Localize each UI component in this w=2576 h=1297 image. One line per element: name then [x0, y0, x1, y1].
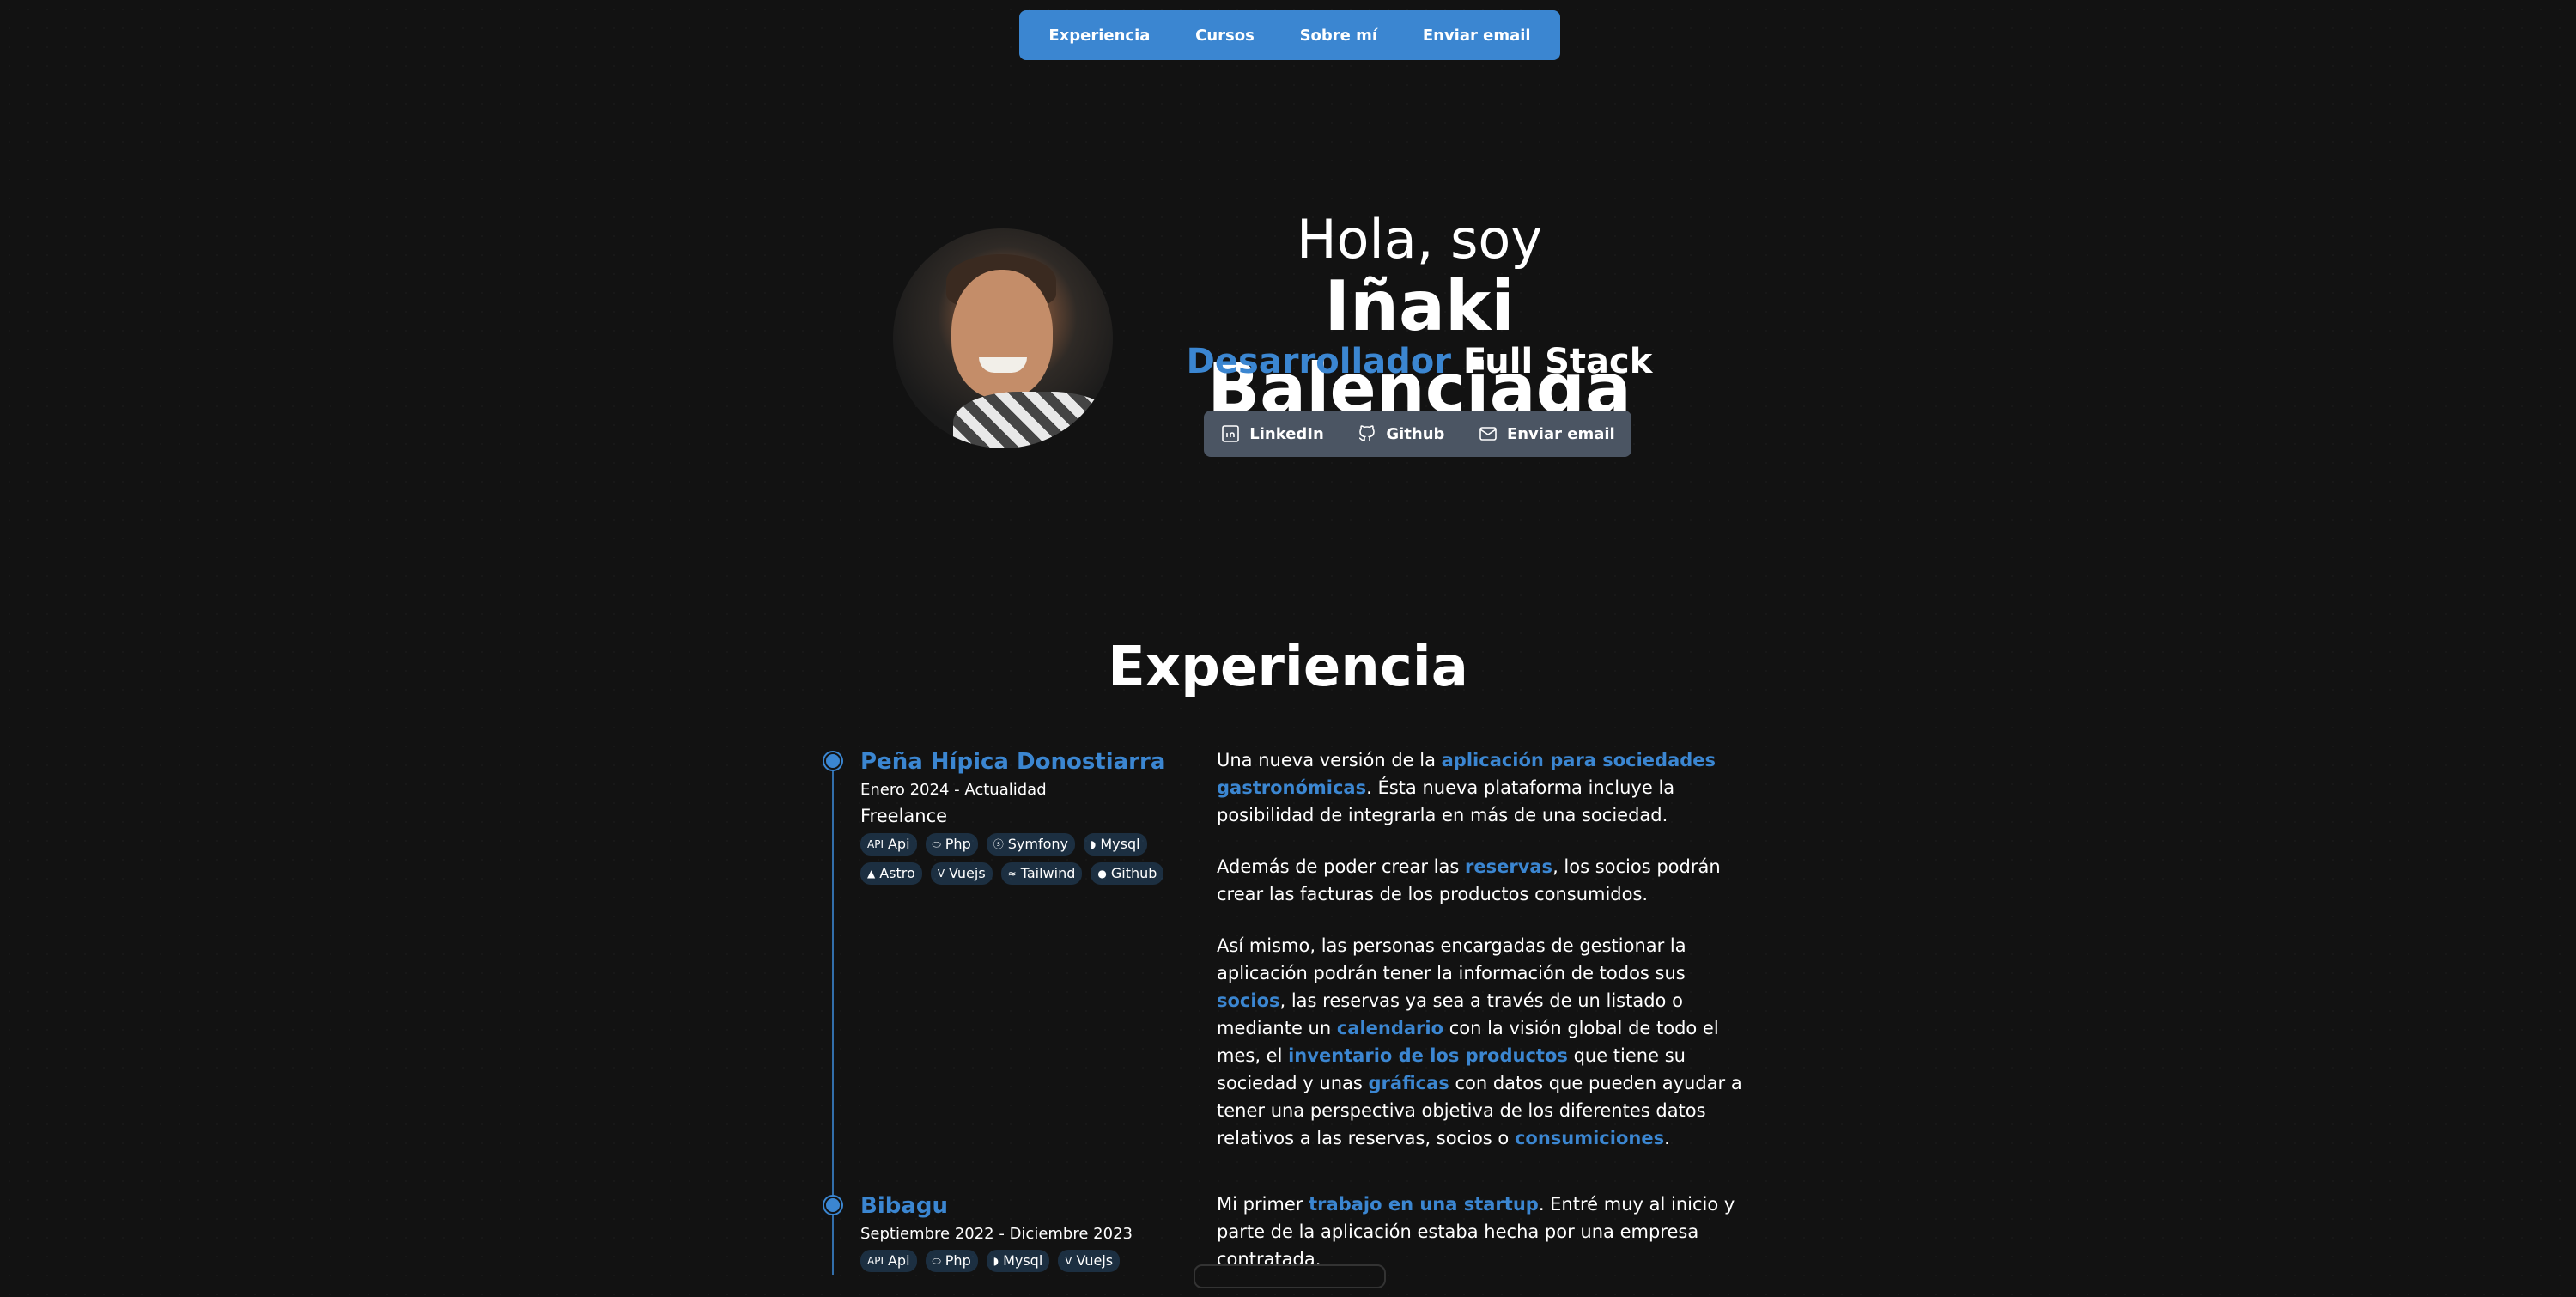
vue-icon: V	[1065, 1255, 1072, 1267]
highlight-link[interactable]: inventario de los productos	[1288, 1045, 1568, 1066]
top-nav: Experiencia Cursos Sobre mí Enviar email	[1019, 10, 1560, 60]
job-entry: Peña Hípica Donostiarra Enero 2024 - Act…	[860, 747, 1187, 885]
github-icon	[1359, 425, 1376, 441]
role-highlight: Desarrollador	[1186, 342, 1451, 381]
tech-tags: API Api ⬭ Php ◗ Mysql V Vuejs	[860, 1250, 1187, 1272]
tech-tag: ◗ Mysql	[1084, 833, 1147, 856]
tech-tag-label: Vuejs	[949, 865, 986, 881]
email-label: Enviar email	[1506, 424, 1615, 443]
job-company[interactable]: Peña Hípica Donostiarra	[860, 747, 1187, 776]
tech-tags: API Api ⬭ Php ⓢ Symfony ◗ Mysql ▲ Astro V Vuejs ≈ Tai…	[860, 833, 1187, 885]
tech-tag: ⬭ Php	[925, 1250, 978, 1272]
tech-tag: ≈ Tailwind	[1000, 862, 1083, 885]
tech-tag: ⬭ Php	[925, 833, 978, 856]
github-label: Github	[1386, 424, 1445, 443]
job-dates: Septiembre 2022 - Diciembre 2023	[860, 1225, 1133, 1243]
job-dates: Enero 2024 - Actualidad	[860, 781, 1047, 799]
description-paragraph: Además de poder crear las reservas, los …	[1217, 853, 1749, 908]
avatar	[893, 228, 1113, 448]
description-paragraph: Una nueva versión de la aplicación para …	[1217, 746, 1749, 829]
greeting: Hola, soy	[1296, 208, 1543, 271]
nav-cursos[interactable]: Cursos	[1185, 21, 1265, 50]
php-icon: ⬭	[932, 838, 941, 850]
tech-tag-label: Tailwind	[1020, 865, 1076, 881]
email-link[interactable]: Enviar email	[1478, 423, 1615, 444]
job-type: Freelance	[860, 806, 948, 826]
description-text: Mi primer	[1217, 1194, 1309, 1215]
tech-tag-label: Api	[887, 1252, 910, 1269]
tech-tag-label: Symfony	[1007, 836, 1068, 852]
job-entry: Bibagu Septiembre 2022 - Diciembre 2023 …	[860, 1191, 1187, 1272]
nav-sobre-mi[interactable]: Sobre mí	[1290, 21, 1388, 50]
mail-icon	[1479, 427, 1497, 441]
hero-role: Desarrollador Full Stack	[1151, 340, 1688, 383]
tech-tag-label: Mysql	[1003, 1252, 1043, 1269]
linkedin-link[interactable]: LinkedIn	[1220, 423, 1324, 444]
tech-tag-label: Github	[1110, 865, 1157, 881]
tech-tag-label: Api	[887, 836, 910, 852]
section-title-experiencia: Experiencia	[1108, 636, 1468, 699]
partial-element	[1194, 1264, 1386, 1288]
api-icon: API	[867, 1255, 884, 1267]
tech-tag: ⓢ Symfony	[986, 833, 1075, 856]
nav-experiencia[interactable]: Experiencia	[1038, 21, 1160, 50]
symfony-icon: ⓢ	[993, 838, 1004, 850]
description-text: Una nueva versión de la	[1217, 750, 1442, 770]
social-links: LinkedIn Github Enviar email	[1204, 411, 1631, 457]
description-paragraph: Así mismo, las personas encargadas de ge…	[1217, 932, 1749, 1152]
timeline-dot	[824, 752, 841, 770]
astro-icon: ▲	[867, 868, 876, 880]
mysql-icon: ◗	[1091, 838, 1097, 850]
highlight-link[interactable]: gráficas	[1369, 1073, 1449, 1093]
tech-tag-label: Vuejs	[1076, 1252, 1114, 1269]
highlight-link[interactable]: calendario	[1337, 1018, 1443, 1038]
vue-icon: V	[937, 868, 945, 880]
tech-tag-label: Astro	[879, 865, 915, 881]
highlight-link[interactable]: trabajo en una startup	[1309, 1194, 1539, 1215]
tech-tag-label: Php	[945, 1252, 971, 1269]
php-icon: ⬭	[932, 1255, 941, 1267]
role-rest: Full Stack	[1462, 342, 1653, 381]
tailwind-icon: ≈	[1007, 868, 1017, 880]
highlight-link[interactable]: reservas	[1465, 856, 1552, 877]
description-text: .	[1664, 1128, 1670, 1148]
timeline-dot	[824, 1197, 841, 1214]
tech-tag: ● Github	[1091, 862, 1164, 885]
mysql-icon: ◗	[993, 1255, 999, 1267]
linkedin-label: LinkedIn	[1249, 424, 1324, 443]
nav-enviar-email[interactable]: Enviar email	[1413, 21, 1541, 50]
highlight-link[interactable]: consumiciones	[1515, 1128, 1664, 1148]
tech-tag-label: Mysql	[1100, 836, 1140, 852]
github-icon: ●	[1097, 868, 1107, 880]
tech-tag: V Vuejs	[1058, 1250, 1121, 1272]
tech-tag: ◗ Mysql	[986, 1250, 1050, 1272]
job-company[interactable]: Bibagu	[860, 1191, 1187, 1221]
tech-tag: API Api	[860, 1250, 917, 1272]
linkedin-icon	[1222, 425, 1240, 442]
highlight-link[interactable]: socios	[1217, 990, 1280, 1011]
job-description: Una nueva versión de la aplicación para …	[1217, 746, 1749, 1176]
tech-tag-label: Php	[945, 836, 971, 852]
github-link[interactable]: Github	[1357, 423, 1444, 444]
tech-tag: V Vuejs	[930, 862, 993, 885]
api-icon: API	[867, 838, 884, 850]
tech-tag: ▲ Astro	[860, 862, 922, 885]
description-paragraph: Mi primer trabajo en una startup. Entré …	[1217, 1190, 1749, 1273]
tech-tag: API Api	[860, 833, 917, 856]
description-text: Además de poder crear las	[1217, 856, 1465, 877]
description-text: Así mismo, las personas encargadas de ge…	[1217, 935, 1686, 983]
